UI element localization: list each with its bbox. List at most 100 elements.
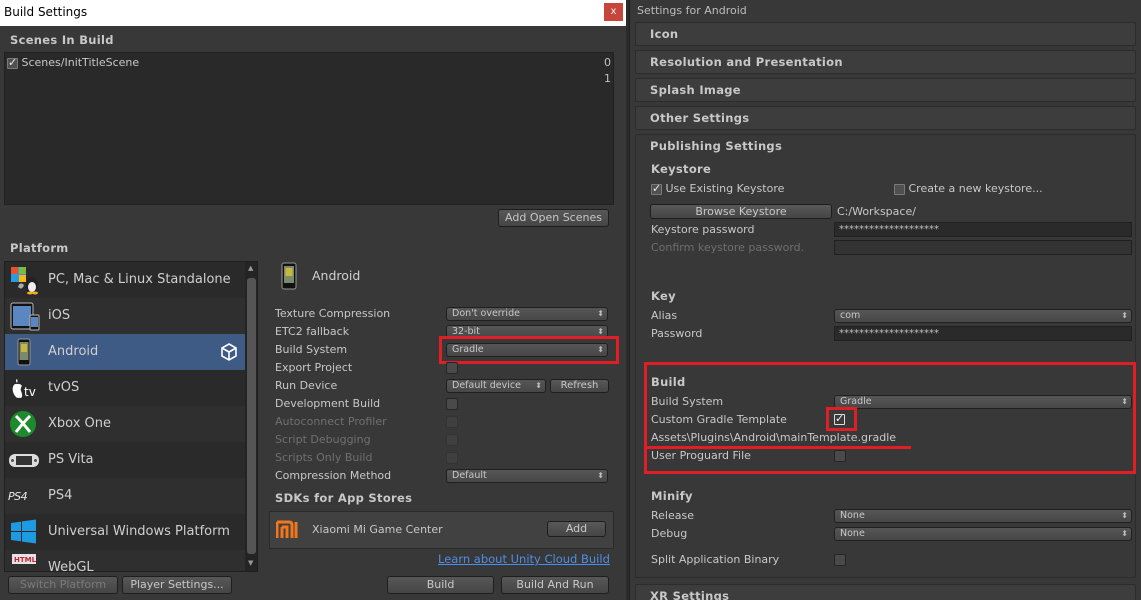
custom-gradle-template-checkbox-wrap[interactable] (834, 412, 845, 425)
svg-text:PS4: PS4 (8, 490, 28, 503)
alias-label: Alias (651, 309, 678, 322)
use-existing-keystore-label: Use Existing Keystore (665, 182, 785, 195)
autoconnect-profiler-checkbox (446, 416, 458, 428)
alias-dropdown[interactable]: com (834, 309, 1132, 323)
section-other[interactable]: Other Settings (635, 106, 1136, 130)
minify-release-dropdown[interactable]: None (834, 509, 1132, 523)
minify-header: Minify (651, 489, 693, 503)
platform-item-android[interactable]: Android (5, 334, 245, 370)
platform-item-ios[interactable]: iOS (5, 298, 245, 334)
run-device-dropdown[interactable]: Default device (446, 379, 546, 393)
use-existing-keystore-checkbox[interactable] (651, 182, 662, 195)
platform-label: Universal Windows Platform (48, 524, 230, 539)
android-device-icon (281, 262, 297, 290)
custom-gradle-template-path: Assets\Plugins\Android\mainTemplate.grad… (651, 431, 897, 444)
xiaomi-mi-icon (276, 520, 298, 538)
player-settings-button[interactable]: Player Settings... (122, 576, 232, 594)
section-resolution[interactable]: Resolution and Presentation (635, 50, 1136, 74)
gradle-path-underline (647, 446, 911, 449)
xbox-icon (10, 411, 36, 437)
sdk-name: Xiaomi Mi Game Center (312, 523, 443, 536)
player-build-system-label: Build System (651, 395, 724, 408)
selected-platform-title: Android (312, 268, 361, 283)
keystore-path: C:/Workspace/ (837, 205, 916, 218)
platform-scrollbar[interactable]: ▲ ▼ (245, 262, 257, 571)
ps-vita-icon (9, 454, 39, 467)
platform-item-webgl[interactable]: HTML WebGL (5, 550, 245, 572)
minify-debug-label: Debug (651, 527, 688, 540)
settings-title: Settings for Android (637, 4, 747, 17)
scene-row[interactable]: Scenes/InitTitleScene (7, 56, 139, 69)
key-password-field[interactable]: ******************** (834, 326, 1132, 341)
refresh-button[interactable]: Refresh (550, 379, 609, 393)
platform-label: PC, Mac & Linux Standalone (48, 272, 231, 287)
add-open-scenes-button[interactable]: Add Open Scenes (498, 209, 609, 227)
android-icon (17, 338, 31, 366)
export-project-label: Export Project (275, 361, 353, 374)
scenes-list[interactable]: Scenes/InitTitleScene 0 1 (4, 52, 614, 205)
platform-item-uwp[interactable]: Universal Windows Platform (5, 514, 245, 550)
platform-label: tvOS (48, 380, 80, 395)
user-proguard-file-checkbox[interactable] (834, 450, 846, 462)
platform-item-ps-vita[interactable]: PS Vita (5, 442, 245, 478)
scene-index-next: 1 (604, 72, 611, 85)
platform-item-pc-mac-linux[interactable]: PC, Mac & Linux Standalone (5, 262, 245, 298)
platform-header: Platform (10, 241, 69, 255)
split-application-binary-checkbox[interactable] (834, 554, 846, 566)
platform-label: PS4 (48, 488, 73, 503)
platform-item-xbox[interactable]: Xbox One (5, 406, 245, 442)
minify-release-label: Release (651, 509, 694, 522)
section-xr[interactable]: XR Settings (635, 584, 1136, 600)
build-system-label: Build System (275, 343, 348, 356)
build-button[interactable]: Build (387, 576, 494, 594)
section-splash[interactable]: Splash Image (635, 78, 1136, 102)
scroll-down-icon[interactable]: ▼ (248, 559, 253, 567)
player-build-system-dropdown[interactable]: Gradle (834, 395, 1132, 409)
tvos-icon: tv (12, 379, 36, 399)
script-debugging-label: Script Debugging (275, 433, 371, 446)
run-device-label: Run Device (275, 379, 338, 392)
scrollbar-thumb[interactable] (247, 278, 256, 554)
keystore-header: Keystore (651, 162, 712, 176)
close-button[interactable]: x (604, 3, 623, 21)
sdks-header: SDKs for App Stores (275, 491, 413, 505)
switch-platform-button[interactable]: Switch Platform (8, 576, 118, 594)
create-keystore-checkbox[interactable] (894, 183, 905, 195)
platform-label: WebGL (48, 560, 94, 572)
minify-debug-dropdown[interactable]: None (834, 527, 1132, 541)
custom-gradle-template-checkbox[interactable] (834, 412, 845, 425)
platform-label: PS Vita (48, 452, 94, 467)
ios-icon (10, 302, 40, 331)
build-system-dropdown[interactable]: Gradle (446, 343, 608, 357)
create-keystore-option[interactable]: Create a new keystore... (894, 182, 1043, 195)
development-build-label: Development Build (275, 397, 381, 410)
build-and-run-button[interactable]: Build And Run (501, 576, 609, 594)
keystore-password-field[interactable]: ******************** (834, 222, 1132, 237)
texture-compression-dropdown[interactable]: Don't override (446, 307, 608, 321)
confirm-keystore-password-field (834, 240, 1132, 255)
sdk-add-button[interactable]: Add (547, 521, 606, 537)
user-proguard-file-label: User Proguard File (651, 449, 751, 462)
compression-method-dropdown[interactable]: Default (446, 469, 608, 483)
scenes-in-build-header: Scenes In Build (10, 33, 114, 47)
custom-gradle-template-label: Custom Gradle Template (651, 413, 787, 426)
player-settings-panel: Settings for Android Icon Resolution and… (629, 0, 1141, 600)
webgl-icon: HTML (12, 554, 37, 564)
svg-text:HTML: HTML (14, 556, 37, 564)
scene-checkbox[interactable] (7, 56, 18, 69)
compression-method-label: Compression Method (275, 469, 392, 482)
learn-cloud-build-link[interactable]: Learn about Unity Cloud Build (438, 552, 610, 566)
scroll-up-icon[interactable]: ▲ (248, 264, 253, 272)
browse-keystore-button[interactable]: Browse Keystore (650, 204, 832, 219)
window-title: Build Settings (0, 0, 626, 26)
build-header: Build (651, 375, 686, 389)
platform-list: PC, Mac & Linux Standalone iOS Android t… (4, 261, 258, 572)
windows-icon (11, 519, 36, 544)
platform-item-ps4[interactable]: PS4 PS4 (5, 478, 245, 514)
use-existing-keystore-option[interactable]: Use Existing Keystore (651, 182, 784, 195)
section-icon[interactable]: Icon (635, 22, 1136, 46)
development-build-checkbox[interactable] (446, 398, 458, 410)
platform-label: iOS (48, 308, 71, 323)
platform-item-tvos[interactable]: tv tvOS (5, 370, 245, 406)
export-project-checkbox[interactable] (446, 362, 458, 374)
